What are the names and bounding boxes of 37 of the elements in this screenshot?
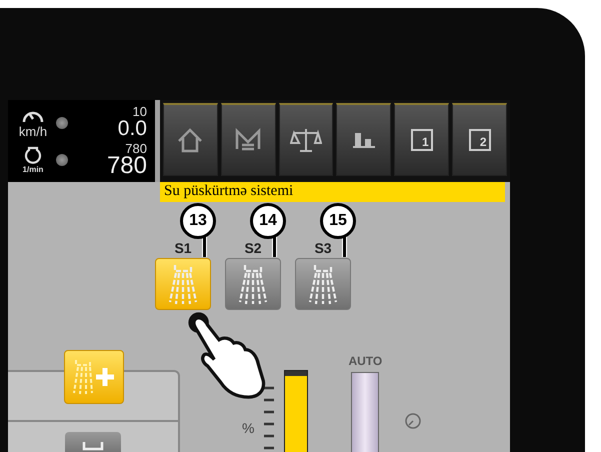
section-toggle-button[interactable] <box>225 258 281 310</box>
section-toggle-button[interactable] <box>155 258 211 310</box>
section-label: S1 <box>174 240 192 256</box>
engine-target: 780 <box>125 143 147 155</box>
bar-chart-icon <box>352 132 376 148</box>
screen-title: Su püskürtmə sistemi <box>160 182 505 202</box>
page-number: 2 <box>468 129 491 151</box>
engine-icon <box>23 145 43 165</box>
nozzle-icon <box>81 441 105 452</box>
indicator-light <box>56 116 68 128</box>
pressure-gauge-icon <box>404 412 422 430</box>
spray-nozzle-icon <box>168 262 198 306</box>
toolbar-button[interactable] <box>336 103 392 176</box>
add-spray-button[interactable] <box>64 350 124 404</box>
speed-unit: km/h <box>18 125 48 138</box>
section-label: S2 <box>244 240 262 256</box>
section-label: S3 <box>314 240 332 256</box>
speed-target: 10 <box>132 106 147 118</box>
callout-number: 15 <box>320 203 356 239</box>
auto-label: AUTO <box>348 354 382 368</box>
section-toggle-button[interactable] <box>295 258 351 310</box>
toolbar-button[interactable]: 1 <box>394 103 450 176</box>
callout-number: 13 <box>180 203 216 239</box>
toolbar-button[interactable] <box>278 103 334 176</box>
speed-value: 0.0 <box>118 118 147 139</box>
spray-nozzle-icon <box>308 262 338 306</box>
callout-number: 14 <box>250 203 286 239</box>
spray-plus-icon <box>72 357 116 397</box>
toolbar-button[interactable] <box>163 103 218 176</box>
toolbar-button[interactable] <box>220 103 276 176</box>
spray-nozzle-icon <box>238 262 268 306</box>
page-number: 1 <box>410 129 433 151</box>
engine-unit: 1/min <box>22 165 44 174</box>
indicator-light <box>56 154 68 166</box>
gauge-unit: % <box>242 420 254 436</box>
engine-value: 780 <box>106 155 147 176</box>
toolbar-button[interactable]: 2 <box>452 103 507 176</box>
